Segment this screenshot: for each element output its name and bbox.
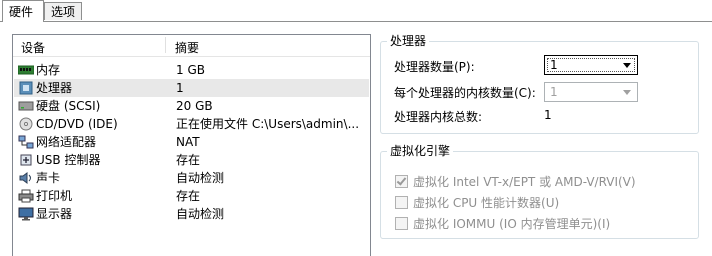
device-list-header: 设备 摘要 bbox=[13, 35, 370, 57]
device-row-processor[interactable]: 处理器 1 bbox=[14, 79, 369, 97]
checkbox-icon bbox=[395, 217, 408, 230]
total-cores-value: 1 bbox=[544, 108, 552, 122]
usb-icon bbox=[20, 154, 32, 166]
virtualize-cpu-counters-checkbox[interactable]: 虚拟化 CPU 性能计数器(U) bbox=[395, 194, 559, 211]
device-row-cd-dvd[interactable]: CD/DVD (IDE) 正在使用文件 C:\Users\admin\... bbox=[14, 115, 369, 133]
cores-per-processor-label: 每个处理器的内核数量(C): bbox=[394, 86, 536, 100]
device-name: USB 控制器 bbox=[36, 153, 101, 167]
column-header-device[interactable]: 设备 bbox=[21, 39, 45, 56]
device-row-sound-card[interactable]: 声卡 自动检测 bbox=[14, 169, 369, 187]
column-header-summary[interactable]: 摘要 bbox=[175, 39, 199, 56]
tab-strip-line bbox=[0, 21, 712, 22]
device-row-usb-controller[interactable]: USB 控制器 存在 bbox=[14, 151, 369, 169]
device-summary: 存在 bbox=[176, 153, 201, 167]
device-summary: 正在使用文件 C:\Users\admin\... bbox=[176, 117, 360, 131]
device-summary: 自动检测 bbox=[176, 207, 225, 221]
device-row-network-adapter[interactable]: 网络适配器 NAT bbox=[14, 133, 369, 151]
device-row-printer[interactable]: 打印机 存在 bbox=[14, 187, 369, 205]
device-summary: 1 GB bbox=[176, 63, 205, 77]
network-adapter-icon bbox=[18, 135, 34, 149]
device-summary: 存在 bbox=[176, 189, 201, 203]
tab-hardware[interactable]: 硬件 bbox=[2, 0, 44, 22]
virtualize-cpu-counters-label: 虚拟化 CPU 性能计数器(U) bbox=[413, 196, 560, 210]
chevron-down-icon bbox=[623, 90, 631, 95]
focus-rect bbox=[547, 58, 635, 72]
memory-icon bbox=[18, 65, 34, 75]
device-name: 打印机 bbox=[36, 189, 73, 203]
column-separator[interactable] bbox=[165, 37, 166, 53]
device-row-display[interactable]: 显示器 自动检测 bbox=[14, 205, 369, 223]
tab-options[interactable]: 选项 bbox=[44, 2, 82, 20]
virtualize-vtx-label: 虚拟化 Intel VT-x/EPT 或 AMD-V/RVI(V) bbox=[413, 175, 636, 189]
virtualize-iommu-checkbox[interactable]: 虚拟化 IOMMU (IO 内存管理单元)(I) bbox=[395, 215, 610, 232]
device-name: 声卡 bbox=[36, 171, 61, 185]
virtualization-group-title: 虚拟化引擎 bbox=[387, 143, 454, 159]
sound-card-icon bbox=[19, 172, 31, 184]
device-row-memory[interactable]: 内存 1 GB bbox=[14, 61, 369, 79]
virtualize-iommu-label: 虚拟化 IOMMU (IO 内存管理单元)(I) bbox=[413, 217, 611, 231]
processor-group-title: 处理器 bbox=[387, 33, 430, 49]
processor-count-select[interactable]: 1 bbox=[544, 55, 638, 75]
virtualization-engine-group: 虚拟化引擎 虚拟化 Intel VT-x/EPT 或 AMD-V/RVI(V) … bbox=[380, 143, 699, 239]
device-name: 内存 bbox=[36, 63, 61, 77]
cores-per-processor-value: 1 bbox=[550, 85, 558, 99]
device-name: 网络适配器 bbox=[36, 135, 97, 149]
processor-count-label: 处理器数量(P): bbox=[394, 60, 475, 74]
device-summary: 20 GB bbox=[176, 99, 213, 113]
checkbox-checked-icon bbox=[395, 175, 408, 188]
device-name: 硬盘 (SCSI) bbox=[36, 99, 101, 113]
hard-disk-icon bbox=[18, 101, 34, 111]
display-icon bbox=[18, 207, 34, 221]
virtualize-vtx-checkbox[interactable]: 虚拟化 Intel VT-x/EPT 或 AMD-V/RVI(V) bbox=[395, 173, 636, 190]
total-cores-label: 处理器内核总数: bbox=[394, 110, 483, 124]
device-list[interactable]: 设备 摘要 内存 1 GB 处理器 1 硬盘 (SCSI) 20 GB CD/D… bbox=[12, 34, 371, 256]
checkbox-icon bbox=[395, 196, 408, 209]
tab-strip: 硬件 选项 bbox=[0, 0, 712, 22]
processor-group: 处理器 处理器数量(P): 1 每个处理器的内核数量(C): 1 处理器内核总数… bbox=[380, 33, 699, 134]
device-name: 处理器 bbox=[36, 81, 73, 95]
device-summary: NAT bbox=[176, 135, 200, 149]
device-name: CD/DVD (IDE) bbox=[36, 117, 118, 131]
cores-per-processor-select[interactable]: 1 bbox=[544, 82, 638, 102]
cd-dvd-icon bbox=[19, 117, 33, 131]
device-name: 显示器 bbox=[36, 207, 73, 221]
device-summary: 1 bbox=[176, 81, 184, 95]
device-row-hard-disk[interactable]: 硬盘 (SCSI) 20 GB bbox=[14, 97, 369, 115]
printer-icon bbox=[18, 189, 34, 203]
device-summary: 自动检测 bbox=[176, 171, 225, 185]
chevron-down-icon bbox=[623, 63, 631, 68]
processor-icon bbox=[19, 81, 33, 95]
